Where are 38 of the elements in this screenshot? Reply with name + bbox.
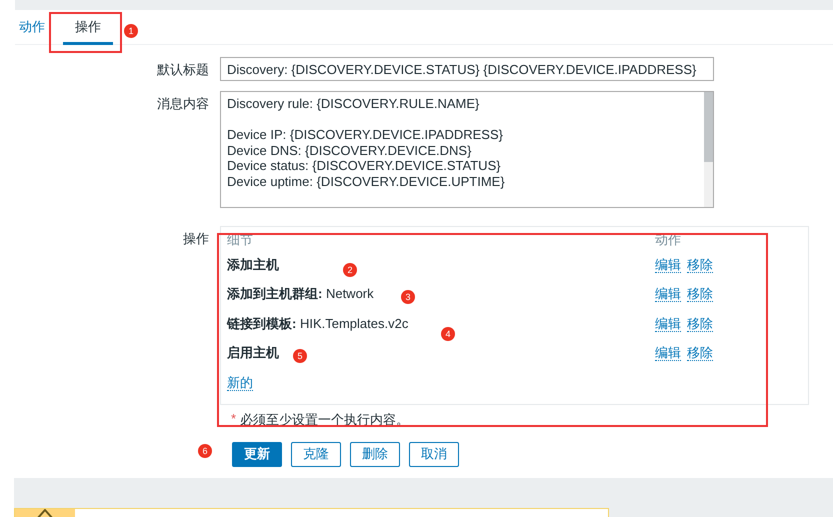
action-link[interactable]: 编辑 xyxy=(655,286,681,302)
annotation-badge: 5 xyxy=(293,349,307,363)
form-button[interactable]: 更新 xyxy=(232,442,282,466)
operation-detail: 添加到主机群组: Network xyxy=(227,286,374,302)
message-text-area[interactable]: Discovery rule: {DISCOVERY.RULE.NAME} Device IP: {DISCOVERY.DEVICE.IPADDRESS} Device DNS: {DISCOVERY.DEVICE.DNS} Device status: {DISCOVERY.DEVICE.STATUS} Device uptime: {DISCOVERY.DEVICE.UPTIME} xyxy=(220,91,714,208)
tab[interactable]: 动作 xyxy=(15,10,49,42)
message-line: Device status: {DISCOVERY.DEVICE.STATUS} xyxy=(227,158,502,174)
action-link[interactable]: 编辑 xyxy=(655,345,681,362)
operation-detail: 添加主机 xyxy=(227,256,279,272)
action-link[interactable]: 移除 xyxy=(687,316,713,332)
new-link[interactable]: 新的 xyxy=(227,374,253,391)
tab[interactable]: 操作 xyxy=(63,10,113,45)
required-mark: * xyxy=(231,410,236,428)
annotation-badge: 4 xyxy=(441,327,455,341)
form-button[interactable]: 删除 xyxy=(350,442,400,466)
action-link[interactable]: 移除 xyxy=(687,256,713,273)
message-line: Discovery rule: {DISCOVERY.RULE.NAME} xyxy=(227,96,480,112)
subject-input-field[interactable]: Discovery: {DISCOVERY.DEVICE.STATUS} {DISCOVERY.DEVICE.IPADDRESS} xyxy=(220,57,714,81)
form-button[interactable]: 克隆 xyxy=(291,442,341,466)
operation-detail: 链接到模板: HIK.Templates.v2c xyxy=(227,316,408,331)
field-label: 操作 xyxy=(182,230,210,248)
annotation-badge: 1 xyxy=(124,24,138,38)
message-line: Device IP: {DISCOVERY.DEVICE.IPADDRESS} xyxy=(227,127,504,142)
action-link[interactable]: 移除 xyxy=(687,345,713,362)
action-link[interactable]: 编辑 xyxy=(655,316,681,332)
field-label: 消息内容 xyxy=(156,95,210,113)
annotation-badge: 6 xyxy=(198,444,212,458)
action-link[interactable]: 编辑 xyxy=(655,256,681,273)
operation-detail: 启用主机 xyxy=(227,345,279,360)
scrollbar[interactable] xyxy=(704,92,713,207)
message-line: Device uptime: {DISCOVERY.DEVICE.UPTIME} xyxy=(227,174,506,189)
form-button[interactable]: 取消 xyxy=(409,442,459,466)
action-link[interactable]: 移除 xyxy=(687,286,713,302)
field-label: 默认标题 xyxy=(156,61,210,79)
annotation-badge: 3 xyxy=(401,290,415,304)
message-line: Device DNS: {DISCOVERY.DEVICE.DNS} xyxy=(227,142,472,158)
warning-icon xyxy=(35,509,55,517)
annotation-badge: 2 xyxy=(343,263,357,277)
